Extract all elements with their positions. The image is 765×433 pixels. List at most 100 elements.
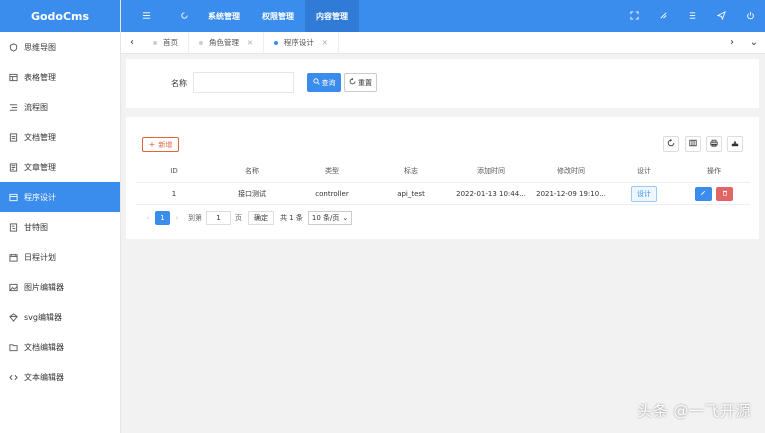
cell-design: 设计 [610, 185, 678, 202]
send-icon [716, 10, 726, 22]
tab-label: 程序设计 [283, 38, 314, 47]
sidebar-item-label: 图片编辑器 [24, 282, 64, 292]
power-icon [746, 11, 755, 22]
article-icon [8, 162, 18, 172]
refresh-icon [349, 78, 358, 87]
cell-name: 接口测试 [238, 189, 266, 198]
edit-button[interactable] [694, 186, 712, 201]
sidebar-item-label: 流程图 [24, 102, 48, 112]
top-header: 系统管理 权限管理 内容管理 [121, 0, 765, 32]
text-editor-icon [8, 372, 18, 382]
columns-filter-button[interactable] [685, 136, 701, 152]
print-button[interactable] [706, 136, 722, 152]
col-type: 类型 [325, 167, 339, 175]
sidebar-item-document[interactable]: 文档管理 [0, 122, 120, 152]
program-icon [8, 192, 18, 202]
tab-menu-button[interactable]: ⌄ [743, 32, 765, 54]
tab-scroll-right-button[interactable]: › [721, 32, 743, 54]
refresh-icon [180, 11, 189, 22]
app-logo[interactable]: GodoCms [0, 0, 120, 32]
fullscreen-icon [630, 10, 639, 22]
search-panel: 名称 查询 重置 [126, 59, 759, 108]
table-icon [8, 72, 18, 82]
menu-toggle-button[interactable] [121, 0, 171, 32]
tab-program-design[interactable]: 程序设计 ✕ [264, 31, 339, 54]
sidebar-item-mindmap[interactable]: 思维导图 [0, 32, 120, 62]
trash-icon [722, 190, 728, 198]
tab-dot-icon [153, 40, 157, 45]
flowchart-icon [8, 102, 18, 112]
query-button[interactable]: 查询 [307, 73, 341, 92]
sidebar-item-doc-editor[interactable]: 文档编辑器 [0, 332, 120, 362]
nav-content-management[interactable]: 内容管理 [305, 0, 359, 32]
document-icon [8, 132, 18, 142]
cell-flag: api_test [397, 189, 425, 198]
page-size-select[interactable]: 10 条/页 ⌄ [307, 211, 353, 225]
col-created: 添加时间 [477, 167, 505, 175]
cell-actions [678, 186, 750, 201]
chevron-right-icon: › [730, 37, 734, 48]
goto-page-input[interactable]: 1 [206, 211, 231, 225]
theme-button[interactable] [678, 0, 707, 32]
next-page-button[interactable]: › [170, 214, 184, 222]
watermark: 头条 @一飞开源 [637, 402, 751, 420]
sidebar-item-label: 甘特图 [24, 222, 48, 232]
svg-editor-icon [8, 312, 18, 322]
sidebar-item-table[interactable]: 表格管理 [0, 62, 120, 92]
table-row[interactable]: 1 接口测试 controller api_test 2022-01-13 10… [136, 182, 750, 205]
sidebar-item-label: 日程计划 [24, 252, 56, 262]
prev-page-button[interactable]: ‹ [141, 214, 155, 222]
close-icon[interactable]: ✕ [322, 39, 328, 47]
fullscreen-button[interactable] [620, 0, 649, 32]
logout-button[interactable] [736, 0, 765, 32]
design-button[interactable]: 设计 [631, 185, 657, 202]
sidebar-item-text-editor[interactable]: 文本编辑器 [0, 362, 120, 392]
print-icon [710, 139, 718, 149]
chevron-down-icon: ⌄ [342, 214, 349, 222]
export-button[interactable] [727, 136, 743, 152]
clear-cache-button[interactable] [649, 0, 678, 32]
tab-dot-icon [273, 40, 278, 45]
sidebar: GodoCms 思维导图 表格管理 流程图 文档管理 文章管理 程序设计 甘特图… [0, 0, 121, 433]
sidebar-item-image-editor[interactable]: 图片编辑器 [0, 272, 120, 302]
sidebar-item-label: 文章管理 [24, 162, 56, 172]
goto-prefix: 到第 [188, 214, 202, 222]
add-button[interactable]: + 新增 [142, 137, 179, 152]
tab-dot-icon [199, 40, 203, 45]
columns-icon [689, 139, 697, 149]
tab-label: 角色管理 [209, 38, 239, 47]
sidebar-item-flowchart[interactable]: 流程图 [0, 92, 120, 122]
tab-home[interactable]: 首页 [143, 31, 189, 54]
reset-button[interactable]: 重置 [344, 73, 377, 92]
pencil-icon [700, 190, 706, 198]
sidebar-item-program-design[interactable]: 程序设计 [0, 182, 120, 212]
sidebar-item-calendar[interactable]: 日程计划 [0, 242, 120, 272]
reset-label: 重置 [358, 78, 372, 87]
nav-system-management[interactable]: 系统管理 [197, 0, 251, 32]
tab-scroll-left-button[interactable]: ‹ [121, 32, 143, 54]
col-modified: 修改时间 [557, 167, 585, 175]
col-design: 设计 [637, 167, 651, 175]
nav-permission-management[interactable]: 权限管理 [251, 0, 305, 32]
name-input[interactable] [193, 72, 294, 93]
sidebar-item-label: 表格管理 [24, 72, 56, 82]
current-page[interactable]: 1 [155, 211, 170, 225]
page-size-value: 10 条/页 [311, 214, 340, 222]
sidebar-item-article[interactable]: 文章管理 [0, 152, 120, 182]
sidebar-item-svg-editor[interactable]: svg编辑器 [0, 302, 120, 332]
sliders-icon [688, 11, 697, 22]
delete-button[interactable] [716, 186, 734, 201]
add-label: 新增 [158, 140, 173, 149]
close-icon[interactable]: ✕ [247, 39, 253, 47]
goto-confirm-button[interactable]: 确定 [248, 211, 274, 225]
refresh-button[interactable] [171, 0, 197, 32]
message-button[interactable] [707, 0, 736, 32]
table-refresh-button[interactable] [663, 136, 679, 152]
sidebar-item-gantt[interactable]: 甘特图 [0, 212, 120, 242]
query-label: 查询 [321, 78, 336, 87]
tab-role-management[interactable]: 角色管理 ✕ [189, 31, 264, 54]
sidebar-item-label: 文档管理 [24, 132, 56, 142]
image-editor-icon [8, 282, 18, 292]
table-panel: + 新增 ID 名称 类型 标志 添加时间 修改时间 设计 操作 1 接口测试 … [126, 117, 759, 239]
table-header: ID 名称 类型 标志 添加时间 修改时间 设计 操作 [136, 161, 750, 181]
